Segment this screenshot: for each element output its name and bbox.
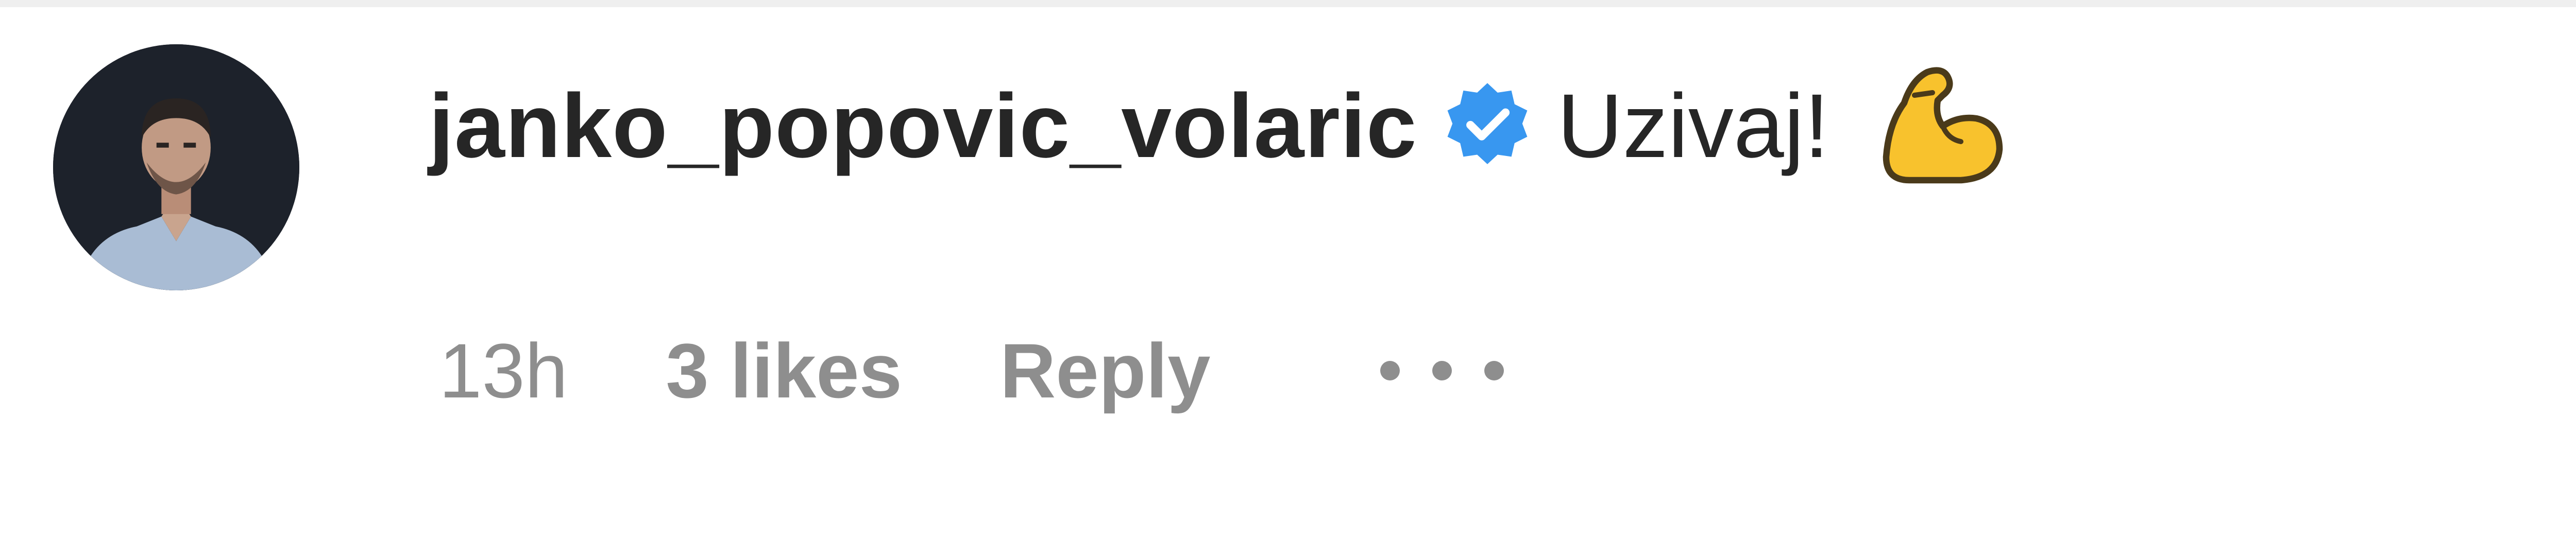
more-dot <box>1380 361 1400 380</box>
likes-count[interactable]: 3 likes <box>666 326 902 415</box>
more-dot <box>1432 361 1452 380</box>
comment-meta: 13h 3 likes Reply <box>439 319 1504 422</box>
reply-button[interactable]: Reply <box>1000 326 1210 415</box>
comment-text: Uzivaj! <box>1557 76 1829 177</box>
more-options-icon[interactable] <box>1380 355 1504 386</box>
avatar[interactable] <box>53 44 299 290</box>
comment-line: janko_popovic_volaric Uzivaj! <box>429 62 2005 190</box>
flexed-biceps-emoji <box>1876 64 2005 188</box>
avatar-image <box>53 44 299 290</box>
comment: janko_popovic_volaric Uzivaj! 13h 3 like… <box>0 0 2576 556</box>
username-link[interactable]: janko_popovic_volaric <box>429 74 1417 178</box>
verified-badge-icon <box>1442 81 1533 171</box>
more-dot <box>1484 361 1504 380</box>
comment-timestamp[interactable]: 13h <box>439 326 568 415</box>
